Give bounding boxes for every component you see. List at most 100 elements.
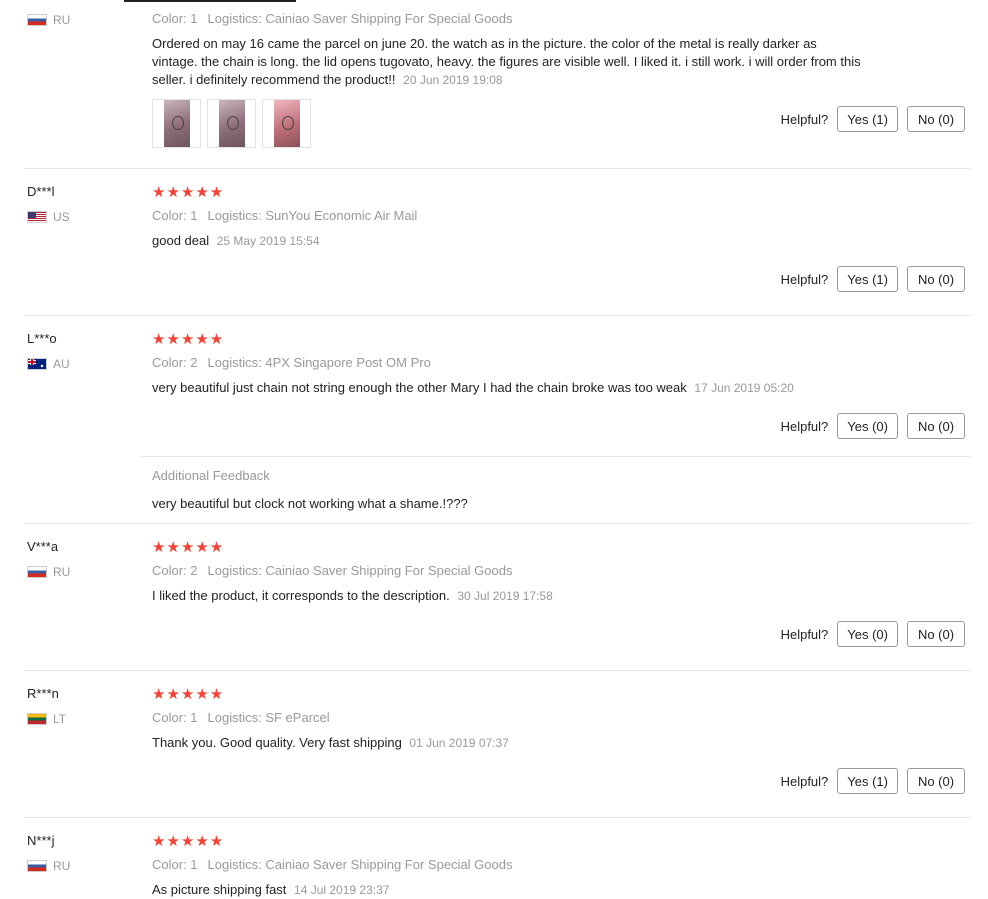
helpful-vote: Helpful? Yes (1) No (0)	[781, 266, 965, 292]
color-option: Color: 1	[152, 710, 198, 725]
review-text: Thank you. Good quality. Very fast shipp…	[152, 734, 862, 752]
review-text: I liked the product, it corresponds to t…	[152, 587, 862, 605]
reviewer-name: R***n	[27, 686, 59, 701]
logistics-info: Logistics: SunYou Economic Air Mail	[207, 208, 418, 223]
reviewer-country: RU	[27, 565, 70, 579]
star-rating-icon: ★★★★★	[152, 833, 225, 850]
watch-photo-icon	[218, 100, 245, 147]
additional-feedback-text: very beautiful but clock not working wha…	[152, 496, 468, 511]
review-date: 14 Jul 2019 23:37	[294, 883, 390, 897]
country-code: RU	[53, 13, 71, 27]
review-photo-thumbnail[interactable]	[152, 99, 201, 148]
helpful-label: Helpful?	[780, 271, 829, 287]
review-body: As picture shipping fast	[152, 882, 287, 897]
country-code: AU	[53, 357, 70, 371]
reviewer-name: N***j	[27, 833, 55, 848]
review-body: very beautiful just chain not string eno…	[152, 380, 687, 395]
helpful-vote: Helpful? Yes (1) No (0)	[781, 768, 965, 794]
review-body: Thank you. Good quality. Very fast shipp…	[152, 735, 402, 750]
country-code: RU	[53, 565, 71, 579]
review-photo-thumbnail[interactable]	[207, 99, 256, 148]
country-code: RU	[53, 859, 71, 873]
helpful-yes-button[interactable]: Yes (1)	[837, 106, 898, 132]
star-rating-icon: ★★★★★	[152, 331, 225, 348]
review-divider	[24, 168, 971, 169]
russia-flag-icon	[27, 14, 47, 26]
review-text: As picture shipping fast 14 Jul 2019 23:…	[152, 881, 862, 899]
reviewer-name: L***o	[27, 331, 57, 346]
tab-underline	[124, 0, 296, 2]
reviewer-country: LT	[27, 712, 66, 726]
review-body: Ordered on may 16 came the parcel on jun…	[152, 36, 861, 87]
helpful-label: Helpful?	[780, 773, 829, 789]
review-text: good deal 25 May 2019 15:54	[152, 232, 862, 250]
review-divider	[24, 523, 971, 524]
review-date: 30 Jul 2019 17:58	[457, 589, 553, 603]
country-code: US	[53, 210, 70, 224]
color-option: Color: 1	[152, 857, 198, 872]
color-option: Color: 2	[152, 563, 198, 578]
review-divider	[24, 817, 971, 818]
logistics-info: Logistics: Cainiao Saver Shipping For Sp…	[207, 11, 513, 26]
review-date: 01 Jun 2019 07:37	[409, 736, 509, 750]
reviewer-country: AU	[27, 357, 70, 371]
review-meta: Color: 1 Logistics: SunYou Economic Air M…	[152, 208, 417, 223]
review-date: 25 May 2019 15:54	[216, 234, 320, 248]
review-divider	[24, 315, 971, 316]
reviewer-country: US	[27, 210, 70, 224]
australia-flag-icon	[27, 358, 47, 370]
helpful-vote: Helpful? Yes (0) No (0)	[781, 413, 965, 439]
russia-flag-icon	[27, 566, 47, 578]
helpful-yes-button[interactable]: Yes (1)	[837, 768, 898, 794]
review-body: I liked the product, it corresponds to t…	[152, 588, 450, 603]
helpful-yes-button[interactable]: Yes (0)	[837, 621, 898, 647]
helpful-label: Helpful?	[780, 418, 829, 434]
review-divider	[24, 670, 971, 671]
logistics-info: Logistics: Cainiao Saver Shipping For Sp…	[207, 563, 513, 578]
review-photos	[152, 99, 311, 148]
star-rating-icon: ★★★★★	[152, 686, 225, 703]
star-rating-icon: ★★★★★	[152, 539, 225, 556]
helpful-vote: Helpful? Yes (0) No (0)	[781, 621, 965, 647]
helpful-no-button[interactable]: No (0)	[907, 413, 965, 439]
helpful-yes-button[interactable]: Yes (1)	[837, 266, 898, 292]
russia-flag-icon	[27, 860, 47, 872]
reviewer-name: V***a	[27, 539, 59, 554]
lithuania-flag-icon	[27, 713, 47, 725]
helpful-yes-button[interactable]: Yes (0)	[837, 413, 898, 439]
review-meta: Color: 1 Logistics: Cainiao Saver Shippin…	[152, 11, 512, 26]
review-date: 17 Jun 2019 05:20	[694, 381, 794, 395]
logistics-info: Logistics: 4PX Singapore Post OM Pro	[207, 355, 431, 370]
review-body: good deal	[152, 233, 210, 248]
watch-photo-icon	[273, 100, 300, 147]
review-meta: Color: 2 Logistics: 4PX Singapore Post OM…	[152, 355, 431, 370]
additional-feedback-divider	[140, 456, 971, 457]
helpful-label: Helpful?	[780, 111, 829, 127]
logistics-info: Logistics: Cainiao Saver Shipping For Sp…	[207, 857, 513, 872]
helpful-no-button[interactable]: No (0)	[907, 266, 965, 292]
review-date: 20 Jun 2019 19:08	[403, 73, 503, 87]
country-code: LT	[53, 712, 67, 726]
review-meta: Color: 1 Logistics: Cainiao Saver Shippin…	[152, 857, 512, 872]
reviewer-name: D***l	[27, 184, 55, 199]
star-rating-icon: ★★★★★	[152, 184, 225, 201]
review-text: very beautiful just chain not string eno…	[152, 379, 862, 397]
review-meta: Color: 1 Logistics: SF eParcel	[152, 710, 330, 725]
usa-flag-icon	[27, 211, 47, 223]
logistics-info: Logistics: SF eParcel	[207, 710, 330, 725]
reviewer-country: RU	[27, 13, 70, 27]
color-option: Color: 1	[152, 208, 198, 223]
review-meta: Color: 2 Logistics: Cainiao Saver Shippin…	[152, 563, 512, 578]
helpful-vote: Helpful? Yes (1) No (0)	[781, 106, 965, 132]
color-option: Color: 2	[152, 355, 198, 370]
review-photo-thumbnail[interactable]	[262, 99, 311, 148]
additional-feedback-label: Additional Feedback	[152, 468, 270, 483]
helpful-label: Helpful?	[780, 626, 829, 642]
helpful-no-button[interactable]: No (0)	[907, 768, 965, 794]
color-option: Color: 1	[152, 11, 198, 26]
reviewer-country: RU	[27, 859, 70, 873]
review-text: Ordered on may 16 came the parcel on jun…	[152, 35, 862, 89]
helpful-no-button[interactable]: No (0)	[907, 621, 965, 647]
helpful-no-button[interactable]: No (0)	[907, 106, 965, 132]
watch-photo-icon	[163, 100, 190, 147]
